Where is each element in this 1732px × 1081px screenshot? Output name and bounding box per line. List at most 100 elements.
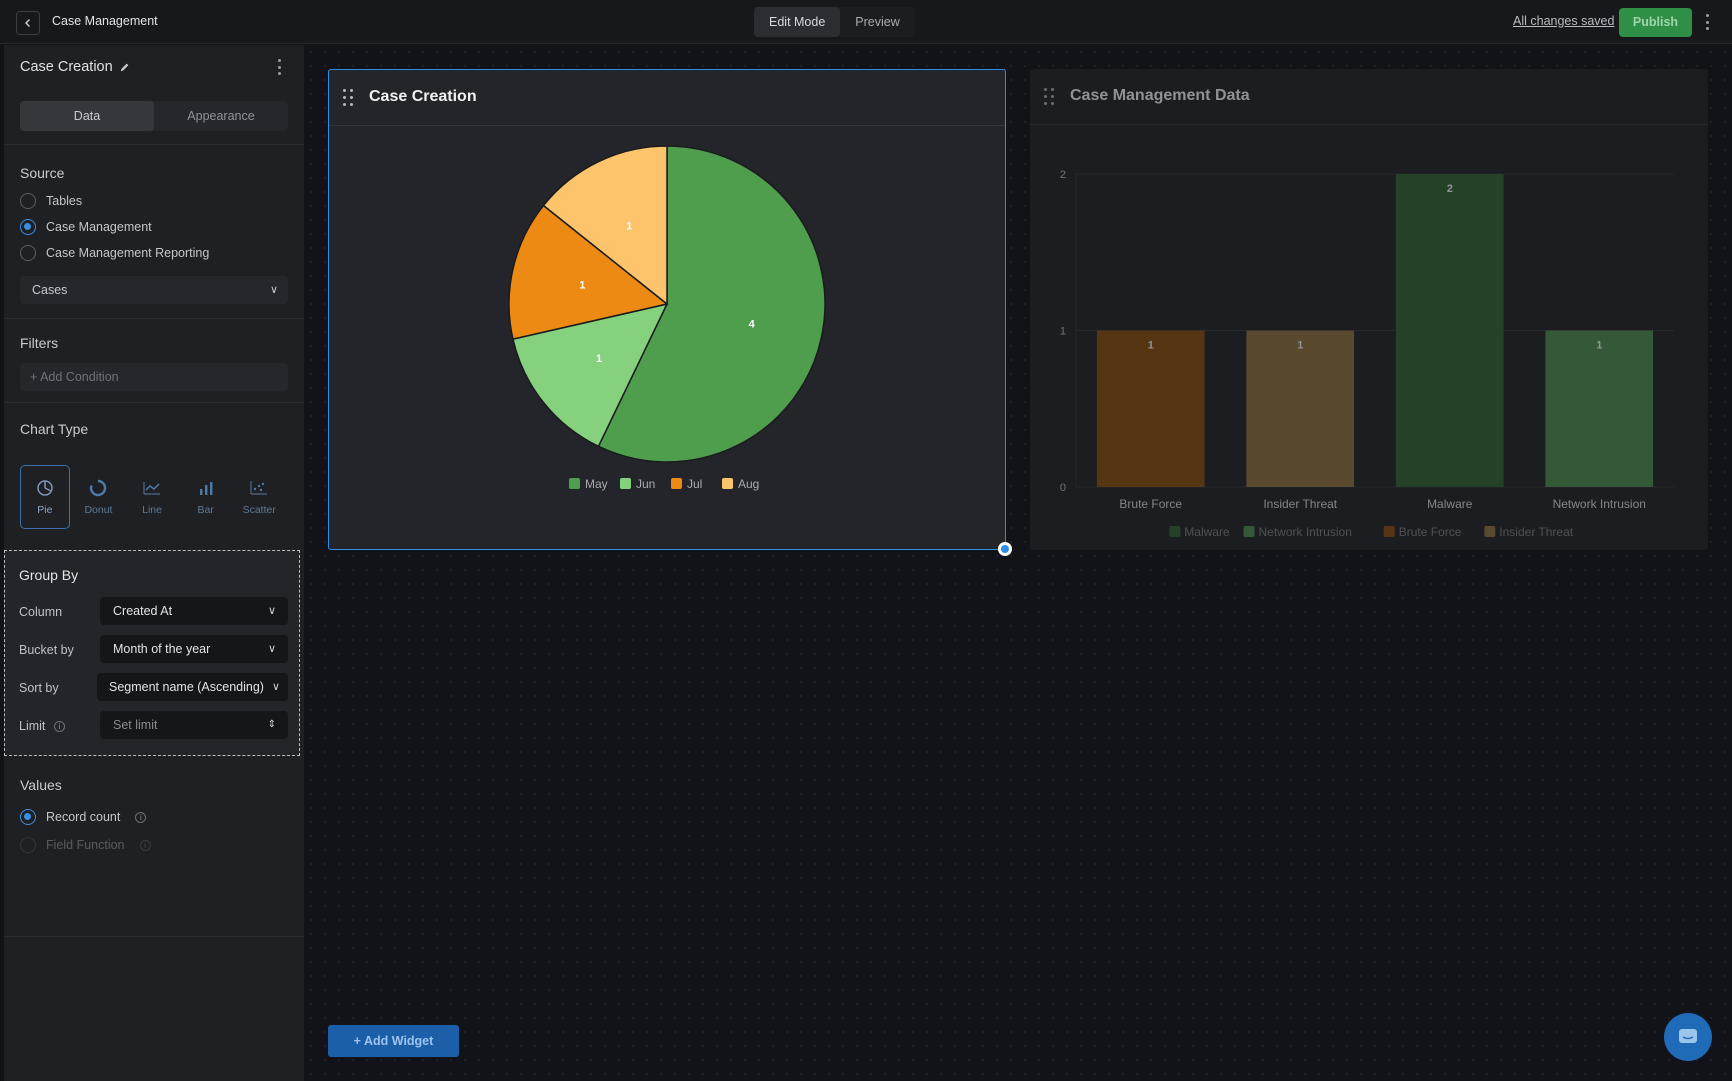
source-option-tables[interactable]: Tables [20,193,82,209]
widget-header: Case Management Data [1030,69,1708,125]
legend-item[interactable]: Insider Threat [1499,525,1573,539]
sort-by-select-value: Segment name (Ascending) [109,680,264,694]
bar-chart: 0 1 2 1 Brute Force 1 Insider Threat 2 Malware 1 N… [1060,169,1674,539]
legend-item-jul[interactable]: Jul [687,477,702,491]
top-bar: Case Management Edit Mode Preview All ch… [0,0,1732,44]
bar-data-label: 2 [1447,183,1453,195]
preview-tab[interactable]: Preview [840,7,914,37]
source-option-case-management[interactable]: Case Management [20,219,152,235]
chevron-down-icon: ∨ [271,681,280,693]
legend-swatch [1243,526,1255,537]
legend-item-may[interactable]: May [585,477,608,491]
bar-chart-plot: 0 1 2 1 Brute Force 1 Insider Threat 2 Malware 1 N… [1060,169,1674,539]
bar-brute-force[interactable] [1096,330,1205,488]
drag-handle-icon[interactable] [1044,88,1054,106]
widget-title-text: Case Creation [20,59,113,75]
bar-insider-threat[interactable] [1246,330,1355,488]
legend-swatch [569,478,580,489]
add-condition-button[interactable]: + Add Condition [20,363,288,391]
bar-network-intrusion[interactable] [1545,330,1654,488]
y-tick-label: 0 [1060,482,1066,494]
pie-chart: 4 1 1 1 May Jun Jul Aug [508,145,826,491]
pie-data-label: 1 [626,221,632,233]
chat-support-button[interactable] [1664,1013,1712,1061]
tab-appearance[interactable]: Appearance [154,101,288,131]
chevron-left-icon [25,19,30,27]
publish-button[interactable]: Publish [1619,8,1692,37]
pie-data-label: 1 [579,280,585,292]
radio-icon[interactable] [20,193,36,209]
case-creation-widget[interactable]: Case Creation 4 1 1 1 May Jun Jul Aug [328,69,1006,550]
back-button[interactable] [16,11,40,35]
radio-selected-icon[interactable] [20,219,36,235]
chevron-down-icon: ∨ [269,284,278,296]
chevron-down-icon: ∨ [267,605,276,617]
changes-saved-link[interactable]: All changes saved [1513,14,1614,28]
chart-type-donut[interactable]: Donut [74,465,124,529]
values-title: Values [20,777,62,793]
limit-input[interactable]: Set limit ⇕ [100,711,288,739]
limit-label-text: Limit [19,719,46,733]
case-management-data-widget[interactable]: Case Management Data 0 1 2 1 Brute Force 1 Ins… [1030,69,1708,550]
scatter-chart-icon [250,481,268,495]
widget-menu-icon[interactable] [276,59,282,75]
source-title: Source [20,165,65,181]
drag-handle-icon[interactable] [343,89,353,107]
mode-toggle: Edit Mode Preview [754,7,915,37]
legend-item[interactable]: Malware [1184,525,1230,539]
chart-type-pie[interactable]: Pie [20,465,70,529]
legend-item[interactable]: Network Intrusion [1259,525,1352,539]
table-select-value: Cases [32,283,68,297]
legend-swatch [1169,526,1181,537]
widget-title: Case Creation [20,59,130,75]
table-select[interactable]: Cases ∨ [20,276,288,304]
chart-type-label: Bar [197,504,214,516]
sort-by-select[interactable]: Segment name (Ascending) ∨ [97,673,288,701]
values-section: Values Record count i Field Function i [4,757,304,937]
more-menu-icon[interactable] [1700,12,1714,32]
chart-type-label: Pie [37,504,53,516]
bucket-by-select[interactable]: Month of the year ∨ [100,635,288,663]
bucket-by-label: Bucket by [19,643,74,657]
group-by-title: Group By [19,567,79,583]
bar-data-label: 1 [1596,340,1602,352]
chart-type-label: Donut [84,504,113,516]
resize-handle[interactable] [998,542,1012,556]
value-option-record-count[interactable]: Record count i [20,809,147,825]
value-option-field-function[interactable]: Field Function i [20,837,151,853]
source-option-label: Case Management [46,220,152,234]
edit-mode-tab[interactable]: Edit Mode [754,7,841,37]
tab-data[interactable]: Data [20,101,154,131]
chart-type-line[interactable]: Line [127,465,177,529]
chart-type-label: Line [142,504,162,516]
bar-data-label: 1 [1297,340,1303,352]
column-label: Column [19,605,63,619]
legend-item-jun[interactable]: Jun [636,477,655,491]
bar-chart-icon [199,482,213,495]
radio-icon[interactable] [20,837,36,853]
legend-swatch [671,478,682,489]
config-tabs: Data Appearance [20,101,288,131]
pencil-icon[interactable] [119,62,130,73]
value-option-label: Field Function [46,838,125,852]
radio-selected-icon[interactable] [20,809,36,825]
chart-type-label: Scatter [242,504,276,516]
chart-type-title: Chart Type [20,421,89,437]
chart-type-scatter[interactable]: Scatter [234,465,284,529]
column-select[interactable]: Created At ∨ [100,597,288,625]
bar-malware[interactable] [1395,174,1504,487]
chart-type-bar[interactable]: Bar [181,465,231,529]
filters-section: Filters + Add Condition [4,319,304,403]
group-by-section: Group By Column Created At ∨ Bucket by M… [4,550,300,756]
stepper-icon[interactable]: ⇕ [268,711,276,739]
legend-item-aug[interactable]: Aug [738,477,759,491]
info-icon: i [135,811,147,823]
limit-input-placeholder: Set limit [113,718,158,732]
y-tick-label: 1 [1060,326,1066,338]
add-widget-button[interactable]: + Add Widget [328,1025,459,1057]
legend-swatch [1383,526,1395,537]
source-option-case-management-reporting[interactable]: Case Management Reporting [20,245,209,261]
radio-icon[interactable] [20,245,36,261]
sidebar-header: Case Creation Data Appearance [4,45,304,145]
legend-item[interactable]: Brute Force [1399,525,1462,539]
